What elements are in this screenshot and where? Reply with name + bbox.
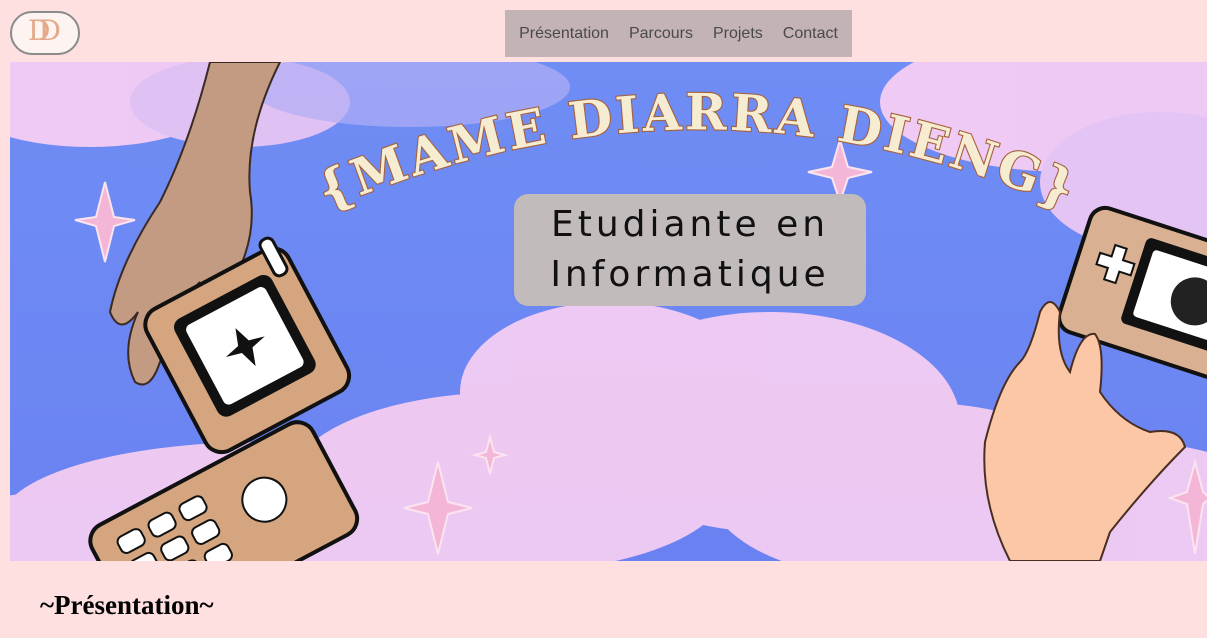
subtitle-line-1: Etudiante en: [550, 204, 830, 245]
hero-banner: ~{MAME DIARRA DIENG}~: [10, 62, 1207, 561]
nav-item-contact[interactable]: Contact: [783, 25, 838, 43]
nav-item-parcours[interactable]: Parcours: [629, 25, 693, 43]
main-nav: Présentation Parcours Projets Contact: [505, 10, 852, 57]
logo-mark: DD: [28, 14, 61, 47]
nav-item-projets[interactable]: Projets: [713, 25, 763, 43]
hero-illustration: ~{MAME DIARRA DIENG}~: [10, 62, 1207, 561]
section-title-presentation: ~Présentation~: [40, 590, 214, 620]
subtitle-line-2: Informatique: [550, 254, 830, 295]
nav-item-presentation[interactable]: Présentation: [519, 25, 609, 43]
top-bar: DD Présentation Parcours Projets Contact: [0, 0, 1207, 62]
subtitle-box: Etudiante en Informatique: [514, 194, 866, 306]
logo[interactable]: DD: [10, 11, 80, 55]
